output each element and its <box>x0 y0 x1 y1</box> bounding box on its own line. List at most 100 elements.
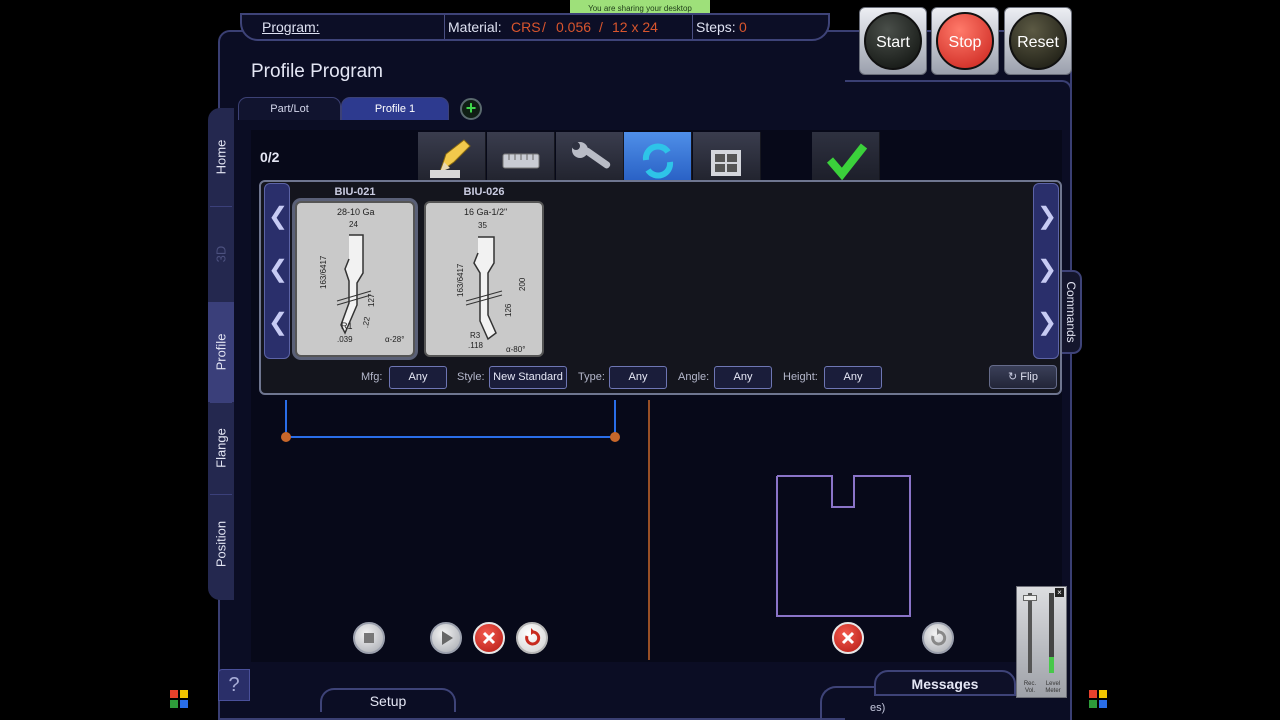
reset-button[interactable]: Reset <box>1004 7 1072 75</box>
wrench-icon <box>572 142 611 169</box>
windows-logo-icon <box>1089 690 1109 710</box>
delete-shape-button[interactable] <box>832 622 864 654</box>
reset-shape-button[interactable] <box>922 622 954 654</box>
film-icon <box>711 150 741 176</box>
nav-3d-label: 3D <box>213 245 229 263</box>
undo-icon <box>525 628 541 646</box>
setup-tab[interactable]: Setup <box>320 688 456 712</box>
confirm-button[interactable] <box>812 132 880 181</box>
rec-vol-slider[interactable] <box>1023 595 1037 601</box>
chevron-right-icon[interactable]: ❯ <box>1034 255 1060 284</box>
steps-label: Steps: <box>696 19 736 35</box>
style-select[interactable]: New Standard <box>489 366 567 389</box>
stop-button[interactable]: Stop <box>931 7 999 75</box>
tooling-button[interactable] <box>556 132 624 180</box>
page-title: Profile Program <box>251 61 383 82</box>
tool-card[interactable]: 28-10 Ga 24 163/6417 127 R1 .22 .039 α-2… <box>295 201 415 357</box>
rec-vol-label: Rec. Vol. <box>1023 681 1037 694</box>
mfg-select[interactable]: Any <box>389 366 447 389</box>
type-label: Type: <box>578 371 605 383</box>
flip-button[interactable]: ↻ Flip <box>989 365 1057 389</box>
nav-3d[interactable]: 3D <box>208 206 234 302</box>
tool-spec: 16 Ga-1/2" <box>464 207 508 217</box>
commands-tab[interactable]: Commands <box>1062 270 1082 354</box>
mfg-label: Mfg: <box>361 371 383 383</box>
close-icon[interactable]: × <box>1055 588 1064 597</box>
play-icon <box>442 631 453 645</box>
nav-profile-label: Profile <box>213 333 229 371</box>
pencil-icon <box>430 139 471 178</box>
stop-square-icon <box>364 633 374 643</box>
tool-dim: 35 <box>478 221 487 230</box>
tool-dim: 200 <box>518 277 527 291</box>
rec-vol-track <box>1028 593 1032 673</box>
height-label: Height: <box>783 371 818 383</box>
scroll-left-column: ❮ ❮ ❮ <box>264 183 290 359</box>
measure-tool-button[interactable] <box>487 132 555 180</box>
nav-position-label: Position <box>213 520 229 568</box>
start-label: Start <box>864 12 922 70</box>
nav-flange-label: Flange <box>213 428 229 468</box>
type-select[interactable]: Any <box>609 366 667 389</box>
material-type: CRS <box>511 19 541 35</box>
angle-select[interactable]: Any <box>714 366 772 389</box>
material-thickness: 0.056 <box>556 19 592 35</box>
material-sep: / <box>599 19 603 35</box>
tool-dim: 163/6417 <box>319 255 328 289</box>
flip-label: Flip <box>1020 371 1038 383</box>
nav-profile[interactable]: Profile <box>208 302 234 402</box>
edit-tool-button[interactable] <box>418 132 486 180</box>
volume-meter-widget: × Rec. Vol. Level Meter <box>1016 586 1067 698</box>
nav-home[interactable]: Home <box>208 108 234 206</box>
undo-button[interactable] <box>516 622 548 654</box>
add-tab-button[interactable]: + <box>460 98 482 120</box>
tool-dim: α-80° <box>506 345 526 354</box>
nav-home-label: Home <box>213 139 229 175</box>
refresh-tool-button[interactable] <box>624 132 692 180</box>
messages-tab[interactable]: Messages <box>874 670 1016 696</box>
play-button[interactable] <box>430 622 462 654</box>
tool-dim: .118 <box>468 341 483 350</box>
tool-card[interactable]: 16 Ga-1/2" 35 163/6417 200 126 R3 .118 α… <box>424 201 544 357</box>
close-icon <box>482 631 496 645</box>
windows-logo-icon <box>170 690 190 710</box>
tool-dim: .039 <box>337 335 353 344</box>
refresh-icon <box>642 143 674 179</box>
help-button[interactable]: ? <box>218 669 250 701</box>
chevron-left-icon[interactable]: ❮ <box>265 255 291 284</box>
material-label: Material: <box>448 19 502 35</box>
height-select[interactable]: Any <box>824 366 882 389</box>
tool-dim: 24 <box>349 220 358 229</box>
program-label[interactable]: Program: <box>262 15 320 39</box>
checkmark-icon <box>826 143 868 181</box>
flip-icon: ↻ <box>1007 371 1018 383</box>
ruler-icon <box>502 153 540 169</box>
tab-profile-1[interactable]: Profile 1 <box>341 97 449 120</box>
tool-dim: 163/6417 <box>456 263 465 297</box>
scroll-right-column: ❯ ❯ ❯ <box>1033 183 1059 359</box>
program-header: Program: Material: CRS / 0.056 / 12 x 24… <box>240 13 830 41</box>
chevron-right-icon[interactable]: ❯ <box>1034 308 1060 337</box>
tool-dim: 127 <box>367 293 376 307</box>
tool-spec: 28-10 Ga <box>337 207 375 217</box>
cancel-button[interactable] <box>473 622 505 654</box>
start-button[interactable]: Start <box>859 7 927 75</box>
undo-icon <box>931 628 947 646</box>
step-counter: 0/2 <box>260 149 280 165</box>
style-label: Style: <box>457 371 485 383</box>
nav-position[interactable]: Position <box>208 494 234 594</box>
film-tool-button[interactable] <box>693 132 761 180</box>
commands-label: Commands <box>1064 281 1078 343</box>
chevron-right-icon[interactable]: ❯ <box>1034 202 1060 231</box>
chevron-left-icon[interactable]: ❮ <box>265 202 291 231</box>
tool-card-name: BIU-026 <box>463 186 505 198</box>
chevron-left-icon[interactable]: ❮ <box>265 308 291 337</box>
side-nav: Home 3D Profile Flange Position <box>208 108 234 600</box>
messages-fragment: es) <box>870 702 886 714</box>
stop-playback-button[interactable] <box>353 622 385 654</box>
reset-label: Reset <box>1009 12 1067 70</box>
tool-card-name: BIU-021 <box>334 186 376 198</box>
tab-part-lot[interactable]: Part/Lot <box>238 97 341 120</box>
material-sep: / <box>542 19 546 35</box>
nav-flange[interactable]: Flange <box>208 402 234 494</box>
